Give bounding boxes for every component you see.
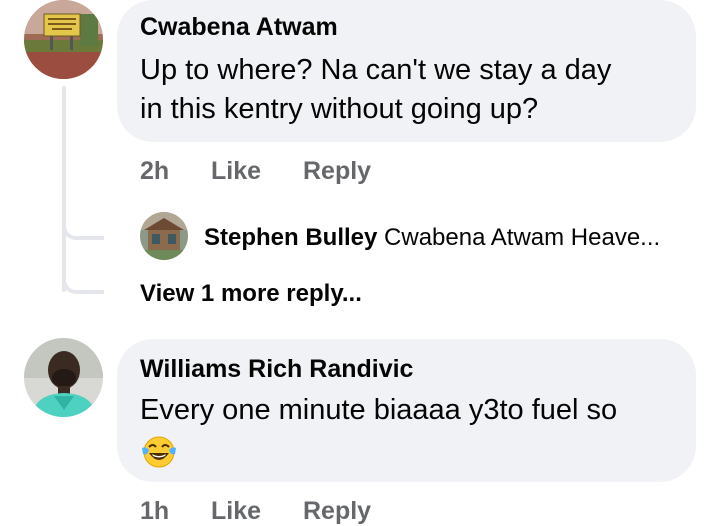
comment-text-line-1: Every one minute biaaaa y3to fuel so [140, 394, 618, 426]
avatar[interactable] [24, 0, 103, 79]
reply-button[interactable]: Reply [303, 497, 371, 526]
thread-branch-view-more [62, 270, 104, 294]
reply-preview[interactable]: Stephen Bulley Cwabena Atwam Heave... [204, 224, 660, 252]
reply-author[interactable]: Stephen Bulley [204, 224, 377, 251]
comment-text-line-2: in this kentry without going up? [140, 93, 539, 125]
reply-button[interactable]: Reply [303, 157, 371, 186]
comment-author[interactable]: Williams Rich Randivic [140, 355, 413, 384]
comment-text-line-1: Up to where? Na can't we stay a day [140, 54, 612, 86]
avatar-photo [24, 0, 103, 79]
reply-avatar-photo [140, 212, 188, 260]
comment-timestamp[interactable]: 1h [140, 497, 169, 526]
avatar[interactable] [24, 338, 103, 417]
like-button[interactable]: Like [211, 157, 261, 186]
thread-branch-reply [62, 216, 104, 240]
comment-author[interactable]: Cwabena Atwam [140, 13, 338, 42]
reply-preview-text: Cwabena Atwam Heave... [384, 224, 661, 251]
like-button[interactable]: Like [211, 497, 261, 526]
reply-avatar[interactable] [140, 212, 188, 260]
thread-line [62, 86, 66, 292]
comment-timestamp[interactable]: 2h [140, 157, 169, 186]
face-with-tears-of-joy-icon [140, 432, 178, 470]
view-more-replies-link[interactable]: View 1 more reply... [140, 280, 362, 308]
avatar-photo [24, 338, 103, 417]
